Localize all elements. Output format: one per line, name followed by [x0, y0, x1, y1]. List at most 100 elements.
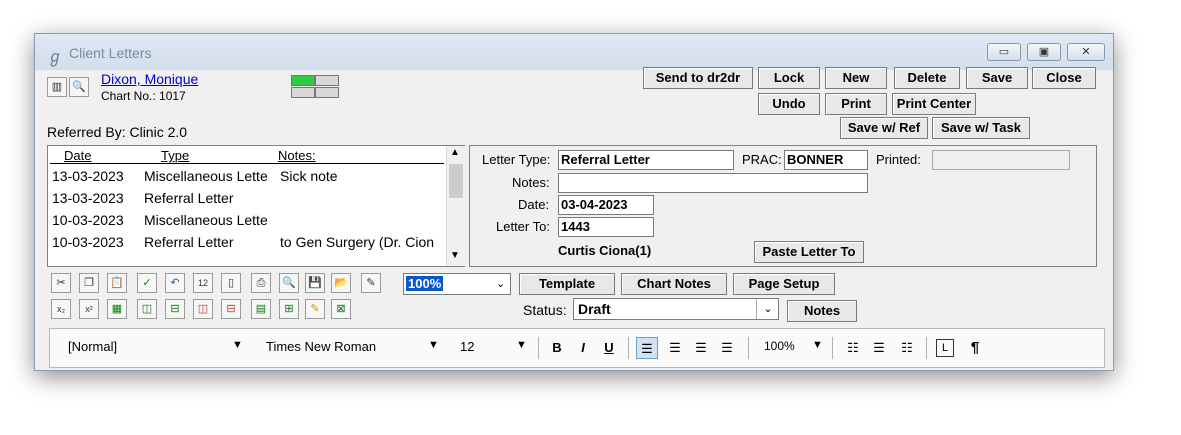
restore-icon[interactable]: ▣: [1027, 43, 1061, 61]
header-divider: [50, 163, 444, 164]
paste-letter-to-button[interactable]: Paste Letter To: [754, 241, 864, 263]
zoom-select[interactable]: 100% ⌄: [403, 273, 511, 295]
save-icon[interactable]: 💾: [305, 273, 325, 293]
align-left-icon[interactable]: ☰: [636, 337, 658, 359]
superscript-icon[interactable]: x²: [79, 299, 99, 319]
lock-button[interactable]: Lock: [758, 67, 820, 89]
letters-list[interactable]: Date Type Notes: 13-03-2023 Miscellaneou…: [47, 145, 465, 267]
template-button[interactable]: Template: [519, 273, 615, 295]
search-icon[interactable]: 🔍: [69, 77, 89, 97]
table-row[interactable]: 13-03-2023 Miscellaneous Lette Sick note: [48, 166, 444, 188]
spellcheck-icon[interactable]: ✓: [137, 273, 157, 293]
letter-to-field[interactable]: 1443: [558, 217, 654, 237]
letter-type-field[interactable]: Referral Letter: [558, 150, 734, 170]
row-type: Referral Letter: [144, 190, 234, 206]
style-select[interactable]: [Normal]: [68, 339, 117, 354]
letter-to-label: Letter To:: [496, 219, 550, 234]
insert-table-icon[interactable]: ▦: [107, 299, 127, 319]
chevron-down-icon[interactable]: ⌄: [496, 277, 505, 290]
separator: [748, 337, 749, 359]
paste-icon[interactable]: 📋: [107, 273, 127, 293]
page-break-icon[interactable]: L: [936, 339, 954, 357]
font-size-select[interactable]: 12: [460, 339, 474, 354]
subscript-icon[interactable]: x₂: [51, 299, 71, 319]
delete-column-icon[interactable]: ◫: [193, 299, 213, 319]
referred-by: Referred By: Clinic 2.0: [47, 124, 188, 140]
new-page-icon[interactable]: ▯: [221, 273, 241, 293]
save-with-ref-button[interactable]: Save w/ Ref: [840, 117, 928, 139]
align-right-icon[interactable]: ☰: [664, 337, 686, 359]
prac-field[interactable]: BONNER: [784, 150, 868, 170]
minimize-icon[interactable]: ▭: [987, 43, 1021, 61]
print-icon[interactable]: ⎙: [251, 273, 271, 293]
close-icon[interactable]: ✕: [1067, 43, 1105, 61]
chevron-down-icon[interactable]: ▼: [812, 339, 823, 351]
underline-button[interactable]: U: [598, 337, 620, 359]
chevron-down-icon[interactable]: ▼: [428, 339, 439, 351]
scroll-thumb[interactable]: [449, 164, 463, 198]
merge-cell-icon[interactable]: ⊞: [279, 299, 299, 319]
justify-icon[interactable]: ☰: [716, 337, 738, 359]
delete-button[interactable]: Delete: [894, 67, 960, 89]
font-select[interactable]: Times New Roman: [266, 339, 376, 354]
patient-name-link[interactable]: Dixon, Monique: [101, 71, 198, 87]
italic-button[interactable]: I: [572, 337, 594, 359]
table-row[interactable]: 10-03-2023 Miscellaneous Lette: [48, 210, 444, 232]
scroll-down-icon[interactable]: ▼: [450, 250, 460, 261]
page-setup-button[interactable]: Page Setup: [733, 273, 835, 295]
notes-field[interactable]: [558, 173, 868, 193]
chevron-down-icon[interactable]: ⌄: [756, 299, 779, 319]
undo-button[interactable]: Undo: [758, 93, 820, 115]
separator: [538, 337, 539, 359]
calendar-icon[interactable]: 12: [193, 273, 213, 293]
split-cell-icon[interactable]: ▤: [251, 299, 271, 319]
app-icon: ℊ: [47, 49, 64, 66]
status-label: Status:: [523, 302, 567, 318]
status-select[interactable]: Draft ⌄: [573, 298, 779, 320]
chevron-down-icon[interactable]: ▼: [232, 339, 243, 351]
row-date: 13-03-2023: [52, 190, 124, 206]
open-folder-icon[interactable]: 📂: [331, 273, 351, 293]
chevron-down-icon[interactable]: ▼: [516, 339, 527, 351]
cut-icon[interactable]: ✂: [51, 273, 71, 293]
insert-row-icon[interactable]: ⊟: [165, 299, 185, 319]
save-with-task-button[interactable]: Save w/ Task: [932, 117, 1030, 139]
bold-button[interactable]: B: [546, 337, 568, 359]
column-header-type[interactable]: Type: [161, 148, 189, 163]
column-header-date[interactable]: Date: [64, 148, 91, 163]
window-title: Client Letters: [69, 45, 152, 61]
print-preview-icon[interactable]: 🔍: [279, 273, 299, 293]
letter-type-label: Letter Type:: [482, 152, 551, 167]
send-to-dr2dr-button[interactable]: Send to dr2dr: [643, 67, 753, 89]
separator: [628, 337, 629, 359]
multilevel-list-icon[interactable]: ☷: [896, 337, 918, 359]
table-properties-icon[interactable]: ✎: [305, 299, 325, 319]
numbered-list-icon[interactable]: ☷: [842, 337, 864, 359]
excel-icon[interactable]: ⊠: [331, 299, 351, 319]
delete-row-icon[interactable]: ⊟: [221, 299, 241, 319]
bullet-list-icon[interactable]: ☰: [868, 337, 890, 359]
editor-zoom-select[interactable]: 100%: [764, 339, 795, 353]
new-button[interactable]: New: [825, 67, 887, 89]
column-header-notes[interactable]: Notes:: [278, 148, 316, 163]
show-formatting-button[interactable]: ¶: [964, 337, 986, 359]
align-center-icon[interactable]: ☰: [690, 337, 712, 359]
copy-icon[interactable]: ❐: [79, 273, 99, 293]
notes-button[interactable]: Notes: [787, 300, 857, 322]
print-center-button[interactable]: Print Center: [892, 93, 976, 115]
edit-icon[interactable]: ✎: [361, 273, 381, 293]
table-row[interactable]: 10-03-2023 Referral Letter to Gen Surger…: [48, 232, 444, 254]
table-row[interactable]: 13-03-2023 Referral Letter: [48, 188, 444, 210]
scroll-up-icon[interactable]: ▲: [450, 147, 460, 158]
letter-details-panel: Letter Type: Referral Letter PRAC: BONNE…: [469, 145, 1097, 267]
print-button[interactable]: Print: [825, 93, 887, 115]
chart-notes-button[interactable]: Chart Notes: [621, 273, 727, 295]
undo-icon[interactable]: ↶: [165, 273, 185, 293]
date-field[interactable]: 03-04-2023: [558, 195, 654, 215]
list-scrollbar[interactable]: ▲ ▼: [446, 146, 465, 266]
insert-column-icon[interactable]: ◫: [137, 299, 157, 319]
close-button[interactable]: Close: [1032, 67, 1096, 89]
save-button[interactable]: Save: [966, 67, 1028, 89]
panel-toggle-icon[interactable]: ▥: [47, 77, 67, 97]
title-bar: ℊ Client Letters ▭ ▣ ✕: [35, 34, 1113, 70]
